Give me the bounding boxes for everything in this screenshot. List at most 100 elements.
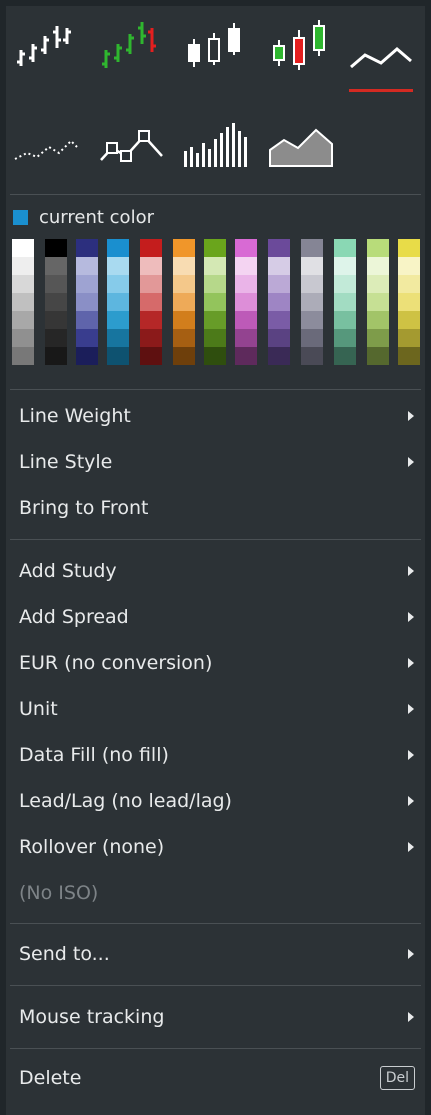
color-swatch[interactable] [398,257,420,275]
color-swatch[interactable] [268,311,290,329]
color-swatch[interactable] [268,257,290,275]
color-swatch[interactable] [398,293,420,311]
color-swatch[interactable] [76,293,98,311]
menu-item-data-fill[interactable]: Data Fill (no fill) [6,732,425,778]
color-swatch[interactable] [334,329,356,347]
color-swatch[interactable] [12,329,34,347]
menu-item-send-to[interactable]: Send to... [6,931,425,977]
menu-item-line-weight[interactable]: Line Weight [6,393,425,439]
candlestick-chart-icon[interactable] [182,16,248,76]
color-swatch[interactable] [76,347,98,365]
hlc-bar-chart-icon[interactable] [10,16,76,76]
color-swatch[interactable] [107,347,129,365]
color-swatch[interactable] [204,257,226,275]
color-swatch[interactable] [45,275,67,293]
color-swatch[interactable] [235,347,257,365]
color-swatch[interactable] [12,275,34,293]
color-swatch[interactable] [301,293,323,311]
color-swatch[interactable] [398,275,420,293]
color-swatch[interactable] [12,239,34,257]
color-swatch[interactable] [367,329,389,347]
color-swatch[interactable] [173,275,195,293]
color-swatch[interactable] [204,239,226,257]
color-swatch[interactable] [76,257,98,275]
color-swatch[interactable] [235,275,257,293]
color-swatch[interactable] [367,257,389,275]
color-swatch[interactable] [367,239,389,257]
color-swatch[interactable] [45,329,67,347]
menu-item-delete[interactable]: Delete Del [6,1055,425,1101]
color-swatch[interactable] [268,293,290,311]
color-swatch[interactable] [334,275,356,293]
color-swatch[interactable] [173,311,195,329]
current-color-row[interactable]: current color [6,195,425,239]
color-swatch[interactable] [235,329,257,347]
menu-item-add-study[interactable]: Add Study [6,548,425,594]
color-swatch[interactable] [107,239,129,257]
color-swatch[interactable] [45,293,67,311]
color-swatch[interactable] [173,329,195,347]
menu-item-mouse-tracking[interactable]: Mouse tracking [6,994,425,1040]
color-swatch[interactable] [140,257,162,275]
color-swatch[interactable] [107,329,129,347]
color-swatch[interactable] [398,311,420,329]
color-swatch[interactable] [76,311,98,329]
color-swatch[interactable] [140,239,162,257]
color-swatch[interactable] [107,275,129,293]
color-swatch[interactable] [76,275,98,293]
color-swatch[interactable] [76,239,98,257]
color-swatch[interactable] [334,257,356,275]
color-swatch[interactable] [301,329,323,347]
color-swatch[interactable] [140,293,162,311]
color-swatch[interactable] [204,275,226,293]
color-swatch[interactable] [398,239,420,257]
color-swatch[interactable] [367,311,389,329]
color-swatch[interactable] [301,347,323,365]
color-swatch[interactable] [173,347,195,365]
color-swatch[interactable] [235,311,257,329]
color-swatch[interactable] [173,293,195,311]
menu-item-lead-lag[interactable]: Lead/Lag (no lead/lag) [6,778,425,824]
color-swatch[interactable] [398,329,420,347]
color-swatch[interactable] [301,257,323,275]
color-swatch[interactable] [173,239,195,257]
color-swatch[interactable] [301,275,323,293]
color-swatch[interactable] [204,311,226,329]
color-swatch[interactable] [140,275,162,293]
color-swatch[interactable] [268,347,290,365]
color-swatch[interactable] [140,329,162,347]
color-swatch[interactable] [334,293,356,311]
volume-histogram-chart-icon[interactable] [182,114,248,174]
color-swatch[interactable] [268,329,290,347]
color-swatch[interactable] [12,293,34,311]
menu-item-line-style[interactable]: Line Style [6,439,425,485]
color-swatch[interactable] [334,311,356,329]
color-swatch[interactable] [334,347,356,365]
color-swatch[interactable] [268,239,290,257]
color-swatch[interactable] [268,275,290,293]
color-swatch[interactable] [45,311,67,329]
menu-item-unit[interactable]: Unit [6,686,425,732]
color-swatch[interactable] [204,329,226,347]
menu-item-add-spread[interactable]: Add Spread [6,594,425,640]
color-swatch[interactable] [301,311,323,329]
color-swatch[interactable] [398,347,420,365]
candlestick-colored-chart-icon[interactable] [267,16,333,76]
color-swatch[interactable] [45,347,67,365]
color-swatch[interactable] [367,275,389,293]
color-swatch[interactable] [204,293,226,311]
color-swatch[interactable] [140,347,162,365]
color-swatch[interactable] [334,239,356,257]
color-swatch[interactable] [235,293,257,311]
color-swatch[interactable] [367,293,389,311]
color-swatch[interactable] [12,347,34,365]
color-swatch[interactable] [107,293,129,311]
menu-item-rollover[interactable]: Rollover (none) [6,824,425,870]
hlc-bar-colored-chart-icon[interactable] [95,16,161,76]
color-swatch[interactable] [367,347,389,365]
color-swatch[interactable] [45,239,67,257]
color-swatch[interactable] [301,239,323,257]
color-swatch[interactable] [140,311,162,329]
color-swatch[interactable] [173,257,195,275]
menu-item-currency[interactable]: EUR (no conversion) [6,640,425,686]
